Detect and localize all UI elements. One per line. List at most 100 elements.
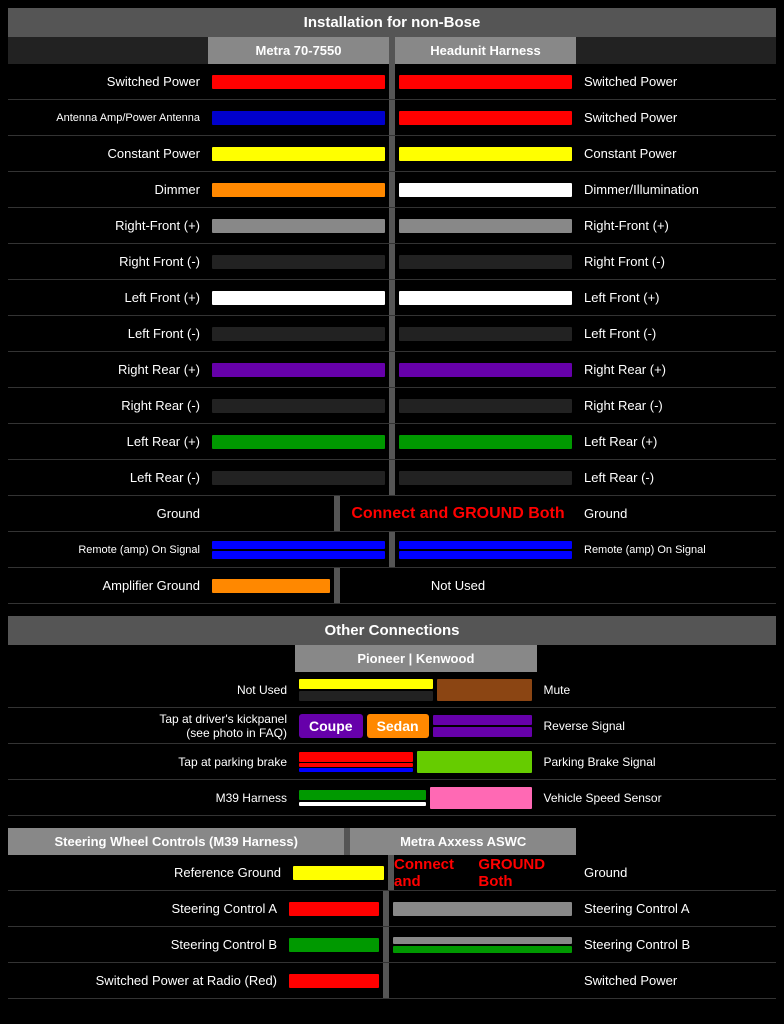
other-left-spacer	[8, 645, 295, 672]
wire-colors-metra	[208, 208, 389, 243]
steering-wire-row: Switched Power at Radio (Red) Switched Po…	[8, 963, 776, 999]
steering-left-label: Steering Control B	[8, 927, 285, 962]
wire-colors-metra	[208, 496, 334, 531]
steering-left-wire	[285, 891, 383, 926]
wire-colors-metra	[208, 280, 389, 315]
wire-colors-metra	[208, 568, 334, 603]
other-center	[295, 780, 536, 815]
wire-row: Left Rear (+)Left Rear (+)	[8, 424, 776, 460]
steering-left-label: Switched Power at Radio (Red)	[8, 963, 285, 998]
col-right-spacer	[576, 37, 776, 64]
wire-label-right: Right Rear (-)	[576, 388, 776, 423]
steering-wire-row: Reference GroundConnect and GROUND BothG…	[8, 855, 776, 891]
wire-colors-headunit	[395, 388, 576, 423]
other-center	[295, 744, 536, 779]
wire-colors-headunit	[395, 172, 576, 207]
col-left-spacer	[8, 37, 208, 64]
other-rows-container: Not Used Mute Tap at driver's kickpanel (s…	[8, 672, 776, 816]
column-header-row: Metra 70-7550 Headunit Harness	[8, 37, 776, 64]
steering-left-wire	[289, 855, 388, 890]
wire-colors-metra	[208, 460, 389, 495]
wire-row: Right Rear (+)Right Rear (+)	[8, 352, 776, 388]
wire-label-right: Right Front (-)	[576, 244, 776, 279]
sedan-badge: Sedan	[367, 714, 429, 738]
other-col-header-row: Pioneer | Kenwood	[8, 645, 776, 672]
wire-row: Left Front (-) Left Front (-)	[8, 316, 776, 352]
wire-row: Amplifier GroundNot Used	[8, 568, 776, 604]
other-wire-row: Tap at parking brakeParking Brake Signal	[8, 744, 776, 780]
section-header-main: Installation for non-Bose	[8, 8, 776, 37]
wire-colors-metra	[208, 424, 389, 459]
wire-label-right	[576, 568, 776, 603]
wire-row: Switched PowerSwitched Power	[8, 64, 776, 100]
other-left-label: Not Used	[8, 672, 295, 707]
wire-label-left: Left Front (-)	[8, 316, 208, 351]
other-right-label: Reverse Signal	[536, 708, 777, 743]
wire-label-right: Left Rear (+)	[576, 424, 776, 459]
wire-colors-headunit	[395, 244, 576, 279]
wire-colors-metra	[208, 136, 389, 171]
wire-colors-headunit	[395, 208, 576, 243]
wire-colors-metra	[208, 352, 389, 387]
wire-label-left: Right Rear (+)	[8, 352, 208, 387]
other-right-spacer	[537, 645, 776, 672]
steering-left-label: Reference Ground	[8, 855, 289, 890]
steering-right-label: Steering Control A	[576, 891, 776, 926]
other-left-label: Tap at driver's kickpanel (see photo in …	[8, 708, 295, 743]
steering-right-spacer	[576, 828, 776, 855]
wire-row: Right Front (-)Right Front (-)	[8, 244, 776, 280]
wire-label-left: Right-Front (+)	[8, 208, 208, 243]
wire-label-right: Right-Front (+)	[576, 208, 776, 243]
spacer-2	[8, 816, 776, 828]
coupe-badge: Coupe	[299, 714, 363, 738]
col-header-headunit: Headunit Harness	[395, 37, 576, 64]
wire-label-left: Dimmer	[8, 172, 208, 207]
wire-row: Right Rear (-) Right Rear (-)	[8, 388, 776, 424]
wire-colors-metra	[208, 100, 389, 135]
wire-label-left: Left Front (+)	[8, 280, 208, 315]
steering-wire-row: Steering Control ASteering Control A	[8, 891, 776, 927]
wire-label-right: Left Front (+)	[576, 280, 776, 315]
wire-label-left: Constant Power	[8, 136, 208, 171]
other-center	[295, 672, 536, 707]
wire-colors-headunit	[395, 424, 576, 459]
other-col-header-pioneer: Pioneer | Kenwood	[295, 645, 538, 672]
connect-ground-text: Connect and GROUND Both	[340, 496, 576, 531]
other-wire-row: Not Used Mute	[8, 672, 776, 708]
wire-colors-metra	[208, 532, 389, 567]
wire-row: Right-Front (+) Right-Front (+)	[8, 208, 776, 244]
wire-colors-headunit	[395, 136, 576, 171]
wire-label-right: Ground	[576, 496, 776, 531]
wire-row: Constant Power Constant Power	[8, 136, 776, 172]
steering-right-label: Switched Power	[576, 963, 776, 998]
other-wire-row: Tap at driver's kickpanel (see photo in …	[8, 708, 776, 744]
wire-row: Remote (amp) On SignalRemote (amp) On Si…	[8, 532, 776, 568]
other-right-label: Mute	[536, 672, 777, 707]
wire-row: Left Rear (-)Left Rear (-)	[8, 460, 776, 496]
wire-label-right: Left Front (-)	[576, 316, 776, 351]
steering-rows-container: Reference GroundConnect and GROUND BothG…	[8, 855, 776, 999]
wire-label-right: Remote (amp) On Signal	[576, 532, 776, 567]
wire-label-right: Constant Power	[576, 136, 776, 171]
wire-label-left: Amplifier Ground	[8, 568, 208, 603]
other-center: CoupeSedan	[295, 708, 536, 743]
wire-colors-metra	[208, 244, 389, 279]
main-rows-container: Switched PowerSwitched PowerAntenna Amp/…	[8, 64, 776, 604]
wire-colors-headunit	[395, 100, 576, 135]
wire-label-right: Left Rear (-)	[576, 460, 776, 495]
steering-right-wire	[389, 963, 576, 998]
wire-label-left: Ground	[8, 496, 208, 531]
steering-header-row: Steering Wheel Controls (M39 Harness) Me…	[8, 828, 776, 855]
wire-row: GroundConnect and GROUND BothGround	[8, 496, 776, 532]
wire-colors-headunit	[395, 64, 576, 99]
wire-label-right: Dimmer/Illumination	[576, 172, 776, 207]
steering-wire-row: Steering Control BSteering Control B	[8, 927, 776, 963]
other-right-label: Parking Brake Signal	[536, 744, 777, 779]
steering-left-header: Steering Wheel Controls (M39 Harness)	[8, 828, 344, 855]
wire-colors-metra	[208, 316, 389, 351]
wire-label-left: Switched Power	[8, 64, 208, 99]
wire-label-left: Right Rear (-)	[8, 388, 208, 423]
wire-colors-headunit	[395, 532, 576, 567]
wire-colors-headunit	[395, 316, 576, 351]
wire-colors-headunit	[395, 460, 576, 495]
